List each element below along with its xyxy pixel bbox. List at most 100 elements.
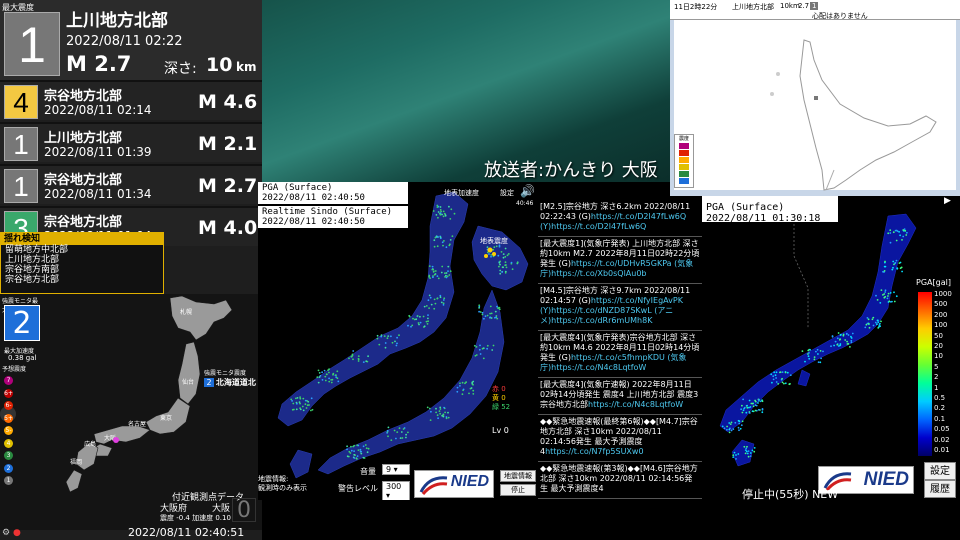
pga-tick: 200 <box>934 310 948 319</box>
station-dot <box>305 407 308 409</box>
station-dot <box>391 341 394 344</box>
station-dot <box>436 297 439 300</box>
station-dot <box>757 408 760 411</box>
pga-monitor: PGA (Surface) 2022/08/11 01:30:18 PGA[ga… <box>702 196 960 501</box>
feed-post[interactable]: [最大震度4](気象庁発表)宗谷地方北部 深さ約10km M4.6 2022年8… <box>538 331 702 378</box>
station-dot <box>302 409 305 412</box>
feed-post[interactable]: ◆◆緊急地震速報(最終第6報)◆◆[M4.7]宗谷地方北部 深さ10km 202… <box>538 415 702 462</box>
station-dot <box>445 246 448 249</box>
station-dot <box>386 429 389 432</box>
feed-post[interactable]: [M4.5]宗谷地方 深さ9.7km 2022/08/11 02:14:57 (… <box>538 284 702 331</box>
stop-button[interactable]: 停止 <box>500 484 536 496</box>
speaker-icon[interactable]: 🔊 <box>520 184 535 198</box>
quake-info-button[interactable]: 地震情報 <box>500 470 536 482</box>
post-link[interactable]: https://t.co/N7fp5SUXw0 <box>545 447 643 456</box>
station-dot <box>442 304 445 306</box>
station-dot <box>746 404 748 407</box>
play-icon[interactable]: ▶ <box>944 196 951 206</box>
station-dot <box>491 349 494 351</box>
settings-link[interactable]: 設定 <box>500 188 514 198</box>
station-dot <box>872 324 875 327</box>
station-dot <box>428 274 431 277</box>
station-dot <box>291 408 294 411</box>
hokkaido-outline <box>770 39 937 191</box>
station-dot <box>892 231 895 234</box>
record-icon[interactable]: ● <box>13 528 21 538</box>
station-dot <box>433 239 436 242</box>
station-dot <box>357 360 360 362</box>
surface-accel-tab[interactable]: 地表加速度 <box>444 188 479 198</box>
station-dot <box>879 302 882 304</box>
station-dot <box>399 437 402 439</box>
station-dot <box>901 239 903 241</box>
station-dot <box>412 317 414 320</box>
history-item[interactable]: 4 宗谷地方北部 2022/08/11 02:14 M 4.6 <box>0 80 262 120</box>
monitor-badge-title: 強震モニタ震度 <box>204 370 247 377</box>
pga-tick: 0.01 <box>934 446 950 454</box>
station-dot <box>317 381 320 384</box>
jma-info-window[interactable]: 11日2時22分 上川地方北部 10km 2.7 1 心配はありません 震度 <box>670 0 960 196</box>
station-dot <box>350 355 353 358</box>
station-dot <box>475 346 478 348</box>
city-fukuoka: 福岡 <box>70 458 82 466</box>
station-dot <box>451 235 454 238</box>
station-dot <box>447 411 449 414</box>
station-dot <box>728 422 731 424</box>
station-dot <box>430 303 433 306</box>
alarm-level-select[interactable]: 300 ▾ <box>382 481 410 501</box>
station-dot <box>384 342 387 344</box>
station-dot <box>357 449 360 451</box>
settings-button[interactable]: 設定 <box>924 462 956 480</box>
station-dot <box>472 389 475 392</box>
station-dot <box>396 342 398 345</box>
station-dot <box>432 276 434 279</box>
feed-post[interactable]: ◆◆緊急地震速報(第3報)◆◆[M4.6]宗谷地方北部 深さ10km 2022/… <box>538 462 702 499</box>
feed-post[interactable]: [最大震度4](気象庁速報) 2022年8月11日02時14分頃発生 震度4 上… <box>538 378 702 415</box>
station-dot <box>318 372 321 374</box>
history-item[interactable]: 1 上川地方北部 2022/08/11 01:39 M 2.1 <box>0 122 262 162</box>
station-dot <box>737 419 740 422</box>
station-dot <box>352 358 354 361</box>
station-dot <box>884 265 887 268</box>
settings-icon[interactable]: ⚙ <box>2 528 10 538</box>
station-dot <box>423 305 426 308</box>
station-dot <box>429 419 432 421</box>
station-dot <box>481 347 484 350</box>
feed-post[interactable]: [M2.5]宗谷地方 深さ6.2km 2022/08/11 02:22:43 (… <box>538 200 702 237</box>
history-button[interactable]: 履歴 <box>924 480 956 498</box>
pga-tick: 1 <box>934 383 939 392</box>
station-dot <box>895 295 898 298</box>
station-dot <box>801 350 804 352</box>
pga-scale-ticks: 1000 500 200 100 50 20 10 5 2 1 0.5 0.2 0.1 0.05 0.02 0… <box>934 290 960 460</box>
station-dot <box>753 450 756 453</box>
station-dot <box>850 341 853 344</box>
station-dot <box>398 334 400 337</box>
station-dot <box>411 324 414 327</box>
station-dot <box>330 379 332 381</box>
station-dot <box>395 344 398 347</box>
station-dot <box>357 358 360 361</box>
monitor-badge-num: 2 <box>204 378 214 387</box>
station-dot <box>441 241 444 244</box>
jma-legend: 震度 <box>674 134 694 188</box>
pga-scale-title: PGA[gal] <box>916 278 951 287</box>
feed-post[interactable]: [最大震度1](気象庁発表) 上川地方北部 深さ約10km M2.7 2022年… <box>538 237 702 284</box>
station-dot <box>740 408 742 411</box>
station-dot <box>751 449 754 452</box>
station-dot <box>401 437 404 439</box>
footer-icons[interactable]: ⚙ ● <box>2 528 21 538</box>
station-dot <box>439 412 441 415</box>
latest-quake-card[interactable]: 最大震度 1 上川地方北部 2022/08/11 02:22 M 2.7 深さ:… <box>0 0 262 80</box>
station-dot <box>366 451 369 454</box>
station-dot <box>789 374 792 377</box>
station-dot <box>745 447 748 450</box>
post-link[interactable]: https://t.co/N4c8LqtfoW <box>588 400 683 409</box>
history-item[interactable]: 1 宗谷地方北部 2022/08/11 01:34 M 2.7 <box>0 164 262 204</box>
station-dot <box>891 268 894 271</box>
volume-select[interactable]: 9 ▾ <box>382 464 410 475</box>
station-dot <box>735 458 737 460</box>
station-dot <box>435 214 438 216</box>
monitor-map <box>277 191 529 479</box>
station-dot <box>356 444 359 447</box>
station-dot <box>783 382 785 385</box>
